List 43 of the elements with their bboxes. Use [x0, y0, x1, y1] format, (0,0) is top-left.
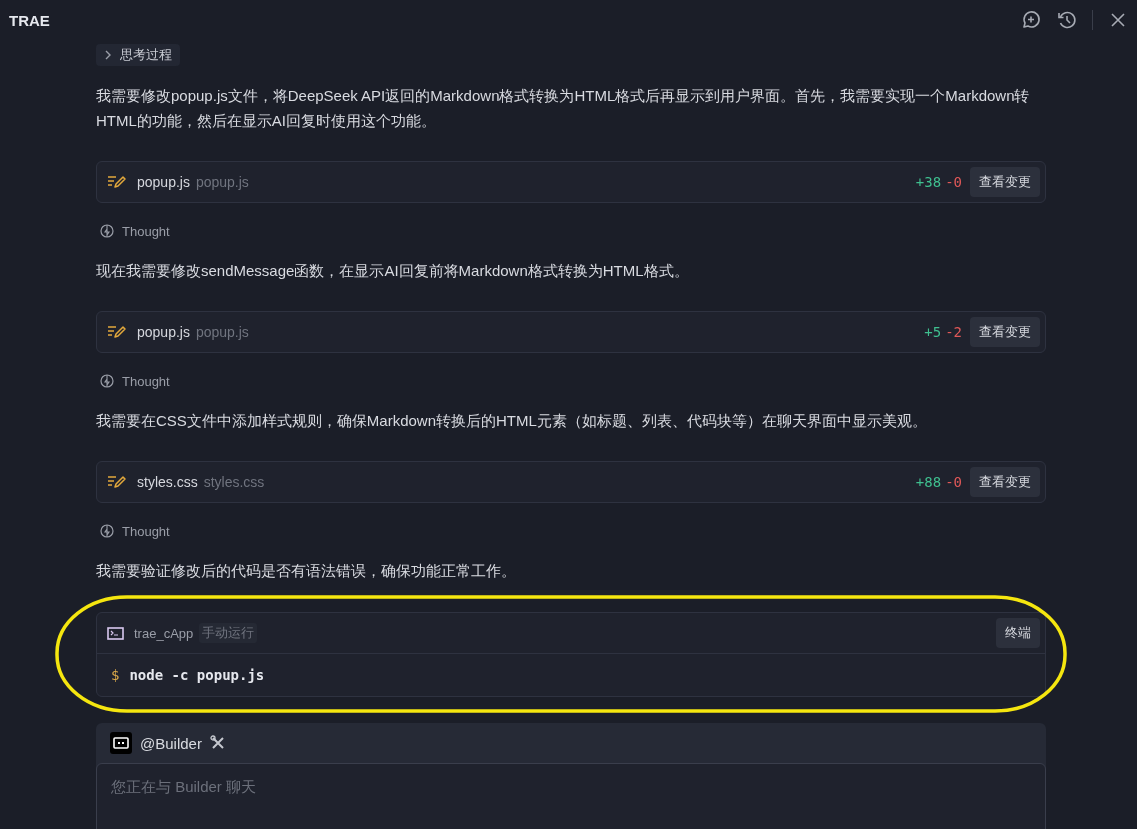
file-path: styles.css: [203, 474, 266, 490]
view-changes-button[interactable]: 查看变更: [970, 317, 1040, 347]
added-count: +88: [915, 474, 942, 490]
file-path: popup.js: [195, 324, 250, 340]
file-name[interactable]: styles.css: [137, 474, 198, 490]
removed-count: -0: [945, 474, 962, 490]
thought-label[interactable]: Thought: [122, 373, 170, 389]
chevron-icon: [104, 50, 112, 60]
thought-label[interactable]: Thought: [122, 523, 170, 539]
app-title: TRAE: [9, 11, 51, 29]
terminal-button[interactable]: 终端: [996, 618, 1040, 648]
view-changes-button[interactable]: 查看变更: [970, 467, 1040, 497]
message-text: 我需要在CSS文件中添加样式规则，确保Markdown转换后的HTML元素（如标题、列表、代码块等）在聊天界面中显示美观。: [96, 411, 928, 431]
thought-icon: [100, 224, 114, 238]
tools-icon[interactable]: [209, 735, 226, 751]
removed-count: -0: [945, 174, 962, 190]
history-icon[interactable]: [1056, 9, 1078, 31]
edit-icon: [107, 174, 127, 190]
prompt-symbol: $: [111, 667, 120, 683]
added-count: +38: [915, 174, 942, 190]
file-name[interactable]: popup.js: [137, 324, 190, 340]
edit-icon: [107, 324, 127, 340]
edit-icon: [107, 474, 127, 490]
thinking-toggle[interactable]: 思考过程: [96, 44, 180, 66]
message-text: 现在我需要修改sendMessage函数，在显示AI回复前将Markdown格式转换为HTML格式。: [96, 261, 690, 281]
added-count: +5: [924, 324, 942, 340]
thought-icon: [100, 374, 114, 388]
new-chat-icon[interactable]: [1020, 9, 1042, 31]
file-name[interactable]: popup.js: [137, 174, 190, 190]
removed-count: -2: [945, 324, 962, 340]
message-text: 我需要验证修改后的代码是否有语法错误，确保功能正常工作。: [96, 561, 517, 581]
bot-avatar-icon: [110, 732, 132, 754]
chat-input[interactable]: 您正在与 Builder 聊天: [96, 763, 1046, 829]
view-changes-button[interactable]: 查看变更: [970, 167, 1040, 197]
message-text: 我需要修改popup.js文件，将DeepSeek API返回的Markdown格式转换为HTML格式后再显示到用户界面。首先，我需要实现一个Markdown转HTML的功能，然后在显示AI回复时使用这个功能。: [96, 86, 1031, 131]
command-text: node -c popup.js: [129, 667, 265, 683]
thought-label[interactable]: Thought: [122, 223, 170, 239]
agent-name: @Builder: [140, 734, 202, 752]
terminal-name: trae_cApp: [134, 625, 194, 641]
file-path: popup.js: [195, 174, 250, 190]
terminal-icon: [107, 626, 124, 640]
run-mode-tag: 手动运行: [199, 623, 258, 643]
thought-icon: [100, 524, 114, 538]
